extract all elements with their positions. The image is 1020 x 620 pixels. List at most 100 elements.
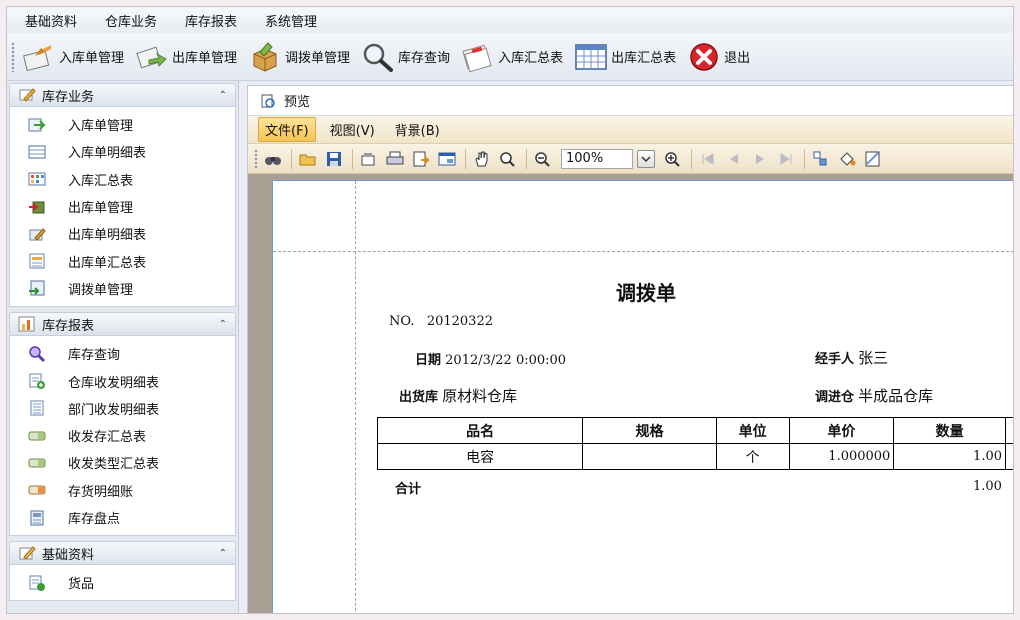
summary-sheet-icon [26, 252, 48, 270]
sidebar-item-warehouse-io-detail[interactable]: 仓库收发明细表 [10, 367, 235, 394]
sidebar-item-department-io-detail[interactable]: 部门收发明细表 [10, 395, 235, 422]
col-qty: 数量 [893, 417, 1006, 444]
prev-page-icon[interactable] [722, 148, 746, 170]
zoom-level-input[interactable]: 100% [561, 148, 633, 169]
sidebar-group-inventory-business[interactable]: 库存业务 ⌃ [9, 83, 236, 107]
menu-basic-data[interactable]: 基础资料 [25, 11, 77, 30]
total-value: 1.00 [973, 479, 1002, 494]
col-extra [1005, 417, 1013, 444]
magnifier-icon [360, 40, 396, 74]
close-red-icon [686, 40, 722, 74]
find-binoculars-icon[interactable] [261, 148, 285, 170]
goods-sheet-icon [26, 574, 48, 592]
sidebar-group-title: 基础资料 [42, 547, 95, 563]
sidebar-item-outbound-summary[interactable]: 出库单汇总表 [10, 247, 235, 274]
date-field: 日期 2012/3/22 0:00:00 [415, 349, 566, 368]
page-layout-icon[interactable] [809, 148, 833, 170]
sidebar-item-inbound-order[interactable]: 入库单管理 [10, 111, 235, 138]
exit-button[interactable]: 退出 [686, 37, 750, 77]
out-warehouse-field: 出货库 原材料仓库 [399, 385, 517, 406]
in-warehouse-field: 调进仓 半成品仓库 [815, 385, 933, 406]
sidebar-item-io-type-summary[interactable]: 收发类型汇总表 [10, 449, 235, 476]
sidebar-group-body: 入库单管理 入库单明细表 入库汇总表 出库单管理 出库单明细表 出库单汇总表 调… [9, 107, 236, 308]
table-row: 电容 个 1.000000 1.00 [376, 443, 1013, 470]
sidebar-item-transfer-order[interactable]: 调拨单管理 [10, 275, 235, 302]
handler-label: 经手人 [815, 352, 855, 367]
next-page-icon[interactable] [748, 148, 772, 170]
sidebar-item-inbound-summary[interactable]: 入库汇总表 [10, 166, 235, 193]
in-warehouse-label: 调进仓 [815, 390, 855, 405]
collapse-chevron-icon[interactable]: ⌃ [219, 90, 227, 101]
edit-pencil-icon [26, 225, 48, 243]
hand-pan-icon[interactable] [470, 148, 494, 170]
save-disk-icon[interactable] [322, 148, 346, 170]
zoom-in-icon[interactable] [661, 148, 685, 170]
toolbar-grip[interactable] [254, 148, 258, 169]
outbound-box-icon [26, 198, 48, 216]
inbound-order-button[interactable]: 入库单管理 [21, 37, 124, 77]
sidebar-item-goods[interactable]: 货品 [10, 569, 235, 596]
sidebar-item-outbound-detail[interactable]: 出库单明细表 [10, 220, 235, 247]
date-value: 2012/3/22 0:00:00 [445, 353, 567, 368]
sheet-lines-icon [26, 399, 48, 417]
cell-spec [582, 443, 717, 470]
outbound-summary-button[interactable]: 出库汇总表 [573, 37, 676, 77]
doc-no-value: 20120322 [426, 314, 493, 329]
page-setup-icon[interactable] [357, 148, 381, 170]
outbound-order-button[interactable]: 出库单管理 [134, 37, 237, 77]
inventory-query-button[interactable]: 库存查询 [360, 37, 450, 77]
toolbar-grip[interactable] [11, 41, 15, 72]
last-page-icon[interactable] [774, 148, 798, 170]
first-page-icon[interactable] [696, 148, 720, 170]
sidebar-item-stock-ledger[interactable]: 存货明细账 [10, 477, 235, 504]
preview-menu-view[interactable]: 视图(V) [324, 118, 381, 141]
zoom-tool-icon[interactable] [496, 148, 520, 170]
sidebar-item-inbound-detail[interactable]: 入库单明细表 [10, 138, 235, 165]
transfer-order-button[interactable]: 调拨单管理 [247, 37, 350, 77]
preview-menu-background[interactable]: 背景(B) [389, 118, 446, 141]
col-name: 品名 [376, 417, 584, 444]
collapse-chevron-icon[interactable]: ⌃ [219, 319, 227, 330]
sidebar-group-body: 货品 [9, 565, 236, 602]
sidebar-group-basic-data[interactable]: 基础资料 ⌃ [9, 541, 236, 566]
table-header-row: 品名 规格 单位 单价 数量 [376, 417, 1013, 444]
preview-icon [260, 93, 278, 109]
sidebar-item-stocktaking[interactable]: 库存盘点 [10, 504, 235, 531]
app-window: 基础资料 仓库业务 库存报表 系统管理 入库单管理 出库单管理 调拨单管理 库存… [6, 6, 1014, 614]
calendar-stack-icon [460, 40, 496, 74]
preview-menu-file[interactable]: 文件(F) [258, 117, 316, 142]
preview-window: 预览 文件(F) 视图(V) 背景(B) 100% 调拨单 NO. 201203… [247, 85, 1013, 613]
preview-toolbar: 100% [248, 144, 1013, 174]
doc-no-label: NO. [389, 314, 415, 329]
total-label: 合计 [395, 482, 422, 497]
collapse-chevron-icon[interactable]: ⌃ [219, 548, 227, 559]
menu-system-management[interactable]: 系统管理 [265, 11, 317, 30]
menu-warehouse-business[interactable]: 仓库业务 [105, 11, 157, 30]
transfer-doc-icon [26, 279, 48, 297]
handler-field: 经手人 张三 [815, 347, 888, 368]
preview-menubar: 文件(F) 视图(V) 背景(B) [248, 116, 1013, 144]
sidebar-group-body: 库存查询 仓库收发明细表 部门收发明细表 收发存汇总表 收发类型汇总表 存货明细… [9, 336, 236, 537]
inbound-doc-icon [21, 40, 57, 74]
cell-price: 1.000000 [788, 443, 895, 470]
edit-note-icon [16, 544, 38, 562]
sidebar-item-outbound-order[interactable]: 出库单管理 [10, 193, 235, 220]
report-page: 调拨单 NO. 20120322 日期 2012/3/22 0:00:00 经手… [272, 180, 1013, 613]
print-icon[interactable] [383, 148, 407, 170]
sidebar-group-inventory-reports[interactable]: 库存报表 ⌃ [9, 312, 236, 337]
inbound-summary-button[interactable]: 入库汇总表 [460, 37, 563, 77]
preview-title: 预览 [284, 95, 311, 110]
watermark-icon[interactable] [861, 148, 885, 170]
paint-bucket-icon[interactable] [835, 148, 859, 170]
date-label: 日期 [415, 353, 442, 368]
sidebar-item-inventory-query[interactable]: 库存查询 [10, 340, 235, 367]
cell-qty: 1.00 [893, 443, 1006, 470]
zoom-out-icon[interactable] [531, 148, 555, 170]
open-folder-icon[interactable] [296, 148, 320, 170]
sidebar-item-io-stock-summary[interactable]: 收发存汇总表 [10, 422, 235, 449]
zoom-dropdown-chevron-icon[interactable] [637, 149, 655, 168]
export-doc-icon[interactable] [409, 148, 433, 170]
out-warehouse-label: 出货库 [399, 390, 439, 405]
menu-inventory-reports[interactable]: 库存报表 [185, 11, 237, 30]
window-icon[interactable] [435, 148, 459, 170]
